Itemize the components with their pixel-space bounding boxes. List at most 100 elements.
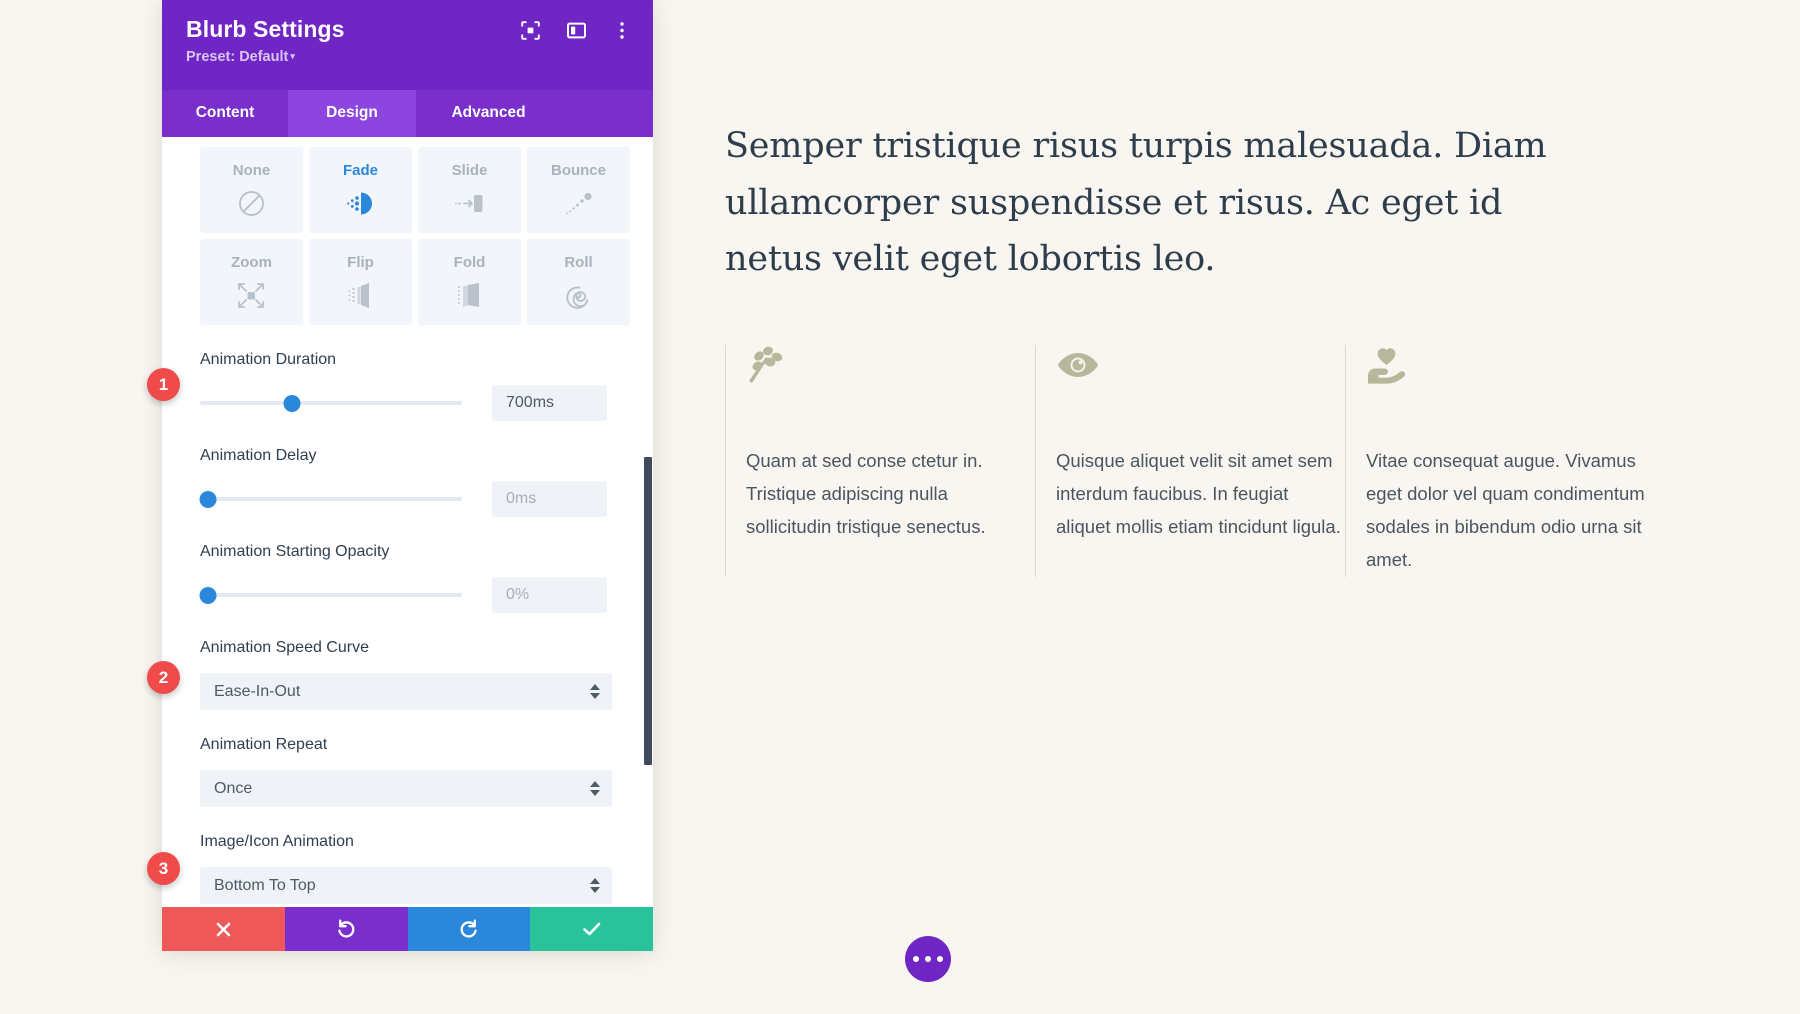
panel-scrollbar[interactable] xyxy=(644,137,653,907)
step-badge-1: 1 xyxy=(147,368,180,401)
slide-icon xyxy=(454,188,485,218)
fab-dot xyxy=(913,956,919,962)
fab-dot xyxy=(925,956,931,962)
blurb-settings-panel: Blurb Settings Preset: Default ▾ Content… xyxy=(162,0,653,951)
field-animation-duration: Animation Duration 700ms xyxy=(162,351,653,421)
preset-none[interactable]: None xyxy=(200,147,303,233)
fab-dot xyxy=(937,956,943,962)
preset-label: Slide xyxy=(451,162,488,179)
preset-selector[interactable]: Preset: Default ▾ xyxy=(186,49,629,65)
chevron-down-icon: ▾ xyxy=(290,51,295,61)
save-button[interactable] xyxy=(530,907,653,951)
field-label: Animation Speed Curve xyxy=(200,639,369,656)
panel-body: None Fade Slide Bounce Zoom Flip Fold Ro… xyxy=(162,137,653,907)
preset-label: Zoom xyxy=(231,254,272,271)
field-label: Animation Starting Opacity xyxy=(200,543,390,560)
bounce-icon xyxy=(564,188,594,218)
close-icon xyxy=(215,921,232,938)
field-label: Animation Repeat xyxy=(200,736,328,753)
image-icon-animation-select[interactable]: Bottom To Top xyxy=(200,867,612,904)
slider-thumb[interactable] xyxy=(283,394,301,412)
preset-zoom[interactable]: Zoom xyxy=(200,239,303,325)
undo-icon xyxy=(336,919,356,939)
preset-bounce[interactable]: Bounce xyxy=(527,147,630,233)
panel-scroll-area: None Fade Slide Bounce Zoom Flip Fold Ro… xyxy=(162,137,653,907)
panel-tab-bar: Content Design Advanced xyxy=(162,90,653,137)
blurb-text: Quisque aliquet velit sit amet sem inter… xyxy=(1056,450,1341,537)
fold-icon xyxy=(456,280,483,310)
preset-label: Roll xyxy=(564,254,593,271)
field-label: Image/Icon Animation xyxy=(200,833,354,850)
field-animation-repeat: Animation Repeat Once xyxy=(162,736,653,807)
page-settings-fab[interactable] xyxy=(905,936,951,982)
leaf-branch-icon xyxy=(746,345,1035,397)
field-image-icon-animation: Image/Icon Animation Bottom To Top xyxy=(162,833,653,904)
field-label: Animation Delay xyxy=(200,447,317,464)
panel-header-icons xyxy=(519,19,633,41)
page-title: Semper tristique risus turpis malesuada.… xyxy=(725,126,1547,280)
slider-thumb[interactable] xyxy=(199,586,217,604)
check-icon xyxy=(582,921,602,937)
blurb-row: Quam at sed conse ctetur in. Tristique a… xyxy=(725,345,1785,577)
undo-button[interactable] xyxy=(284,907,408,951)
slider-thumb[interactable] xyxy=(199,490,217,508)
tab-advanced[interactable]: Advanced xyxy=(416,90,561,137)
slider-track xyxy=(200,497,462,501)
preset-roll[interactable]: Roll xyxy=(527,239,630,325)
focus-icon[interactable] xyxy=(519,19,541,41)
heart-hand-icon xyxy=(1366,345,1655,397)
select-value: Ease-In-Out xyxy=(214,682,301,700)
layout-icon[interactable] xyxy=(565,19,587,41)
preset-label: Flip xyxy=(347,254,374,271)
eye-icon xyxy=(1056,345,1345,397)
field-animation-starting-opacity: Animation Starting Opacity 0% xyxy=(162,543,653,613)
animation-repeat-select[interactable]: Once xyxy=(200,770,612,807)
tab-design[interactable]: Design xyxy=(288,90,416,137)
zoom-icon xyxy=(237,280,266,310)
blurb-item: Vitae consequat augue. Vivamus eget dolo… xyxy=(1345,345,1655,577)
preset-fold[interactable]: Fold xyxy=(418,239,521,325)
page-content: Semper tristique risus turpis malesuada.… xyxy=(725,0,1800,1014)
animation-delay-slider[interactable] xyxy=(199,489,462,509)
preset-fade[interactable]: Fade xyxy=(309,147,412,233)
preset-flip[interactable]: Flip xyxy=(309,239,412,325)
select-updown-icon xyxy=(590,684,600,699)
select-value: Bottom To Top xyxy=(214,876,316,894)
roll-icon xyxy=(565,280,592,310)
preset-label: Preset: Default xyxy=(186,49,289,65)
scrollbar-thumb[interactable] xyxy=(644,457,652,765)
select-updown-icon xyxy=(590,781,600,796)
blurb-text: Quam at sed conse ctetur in. Tristique a… xyxy=(746,450,986,537)
preset-label: Bounce xyxy=(550,162,606,179)
preset-label: None xyxy=(232,162,271,179)
blurb-text: Vitae consequat augue. Vivamus eget dolo… xyxy=(1366,450,1645,570)
preset-label: Fold xyxy=(453,254,486,271)
preset-slide[interactable]: Slide xyxy=(418,147,521,233)
select-updown-icon xyxy=(590,878,600,893)
animation-starting-opacity-input[interactable]: 0% xyxy=(492,577,607,613)
page-left-margin xyxy=(0,0,162,1014)
more-vertical-icon[interactable] xyxy=(611,19,633,41)
animation-duration-slider[interactable] xyxy=(200,393,462,413)
blurb-item: Quisque aliquet velit sit amet sem inter… xyxy=(1035,345,1345,577)
slider-track xyxy=(200,593,462,597)
redo-icon xyxy=(459,919,479,939)
redo-button[interactable] xyxy=(407,907,531,951)
field-label: Animation Duration xyxy=(200,351,337,368)
animation-speed-curve-select[interactable]: Ease-In-Out xyxy=(200,673,612,710)
tab-content[interactable]: Content xyxy=(162,90,288,137)
step-badge-3: 3 xyxy=(147,852,180,885)
panel-footer xyxy=(162,907,653,951)
cancel-button[interactable] xyxy=(162,907,285,951)
panel-header: Blurb Settings Preset: Default ▾ xyxy=(162,0,653,90)
animation-delay-input[interactable]: 0ms xyxy=(492,481,607,517)
animation-preset-grid: None Fade Slide Bounce Zoom Flip Fold Ro… xyxy=(162,137,653,325)
field-animation-speed-curve: Animation Speed Curve Ease-In-Out xyxy=(162,639,653,710)
animation-starting-opacity-slider[interactable] xyxy=(199,585,462,605)
animation-duration-input[interactable]: 700ms xyxy=(492,385,607,421)
field-animation-delay: Animation Delay 0ms xyxy=(162,447,653,517)
blurb-item: Quam at sed conse ctetur in. Tristique a… xyxy=(725,345,1035,577)
step-badge-2: 2 xyxy=(147,661,180,694)
fade-icon xyxy=(346,188,375,218)
select-value: Once xyxy=(214,779,253,797)
